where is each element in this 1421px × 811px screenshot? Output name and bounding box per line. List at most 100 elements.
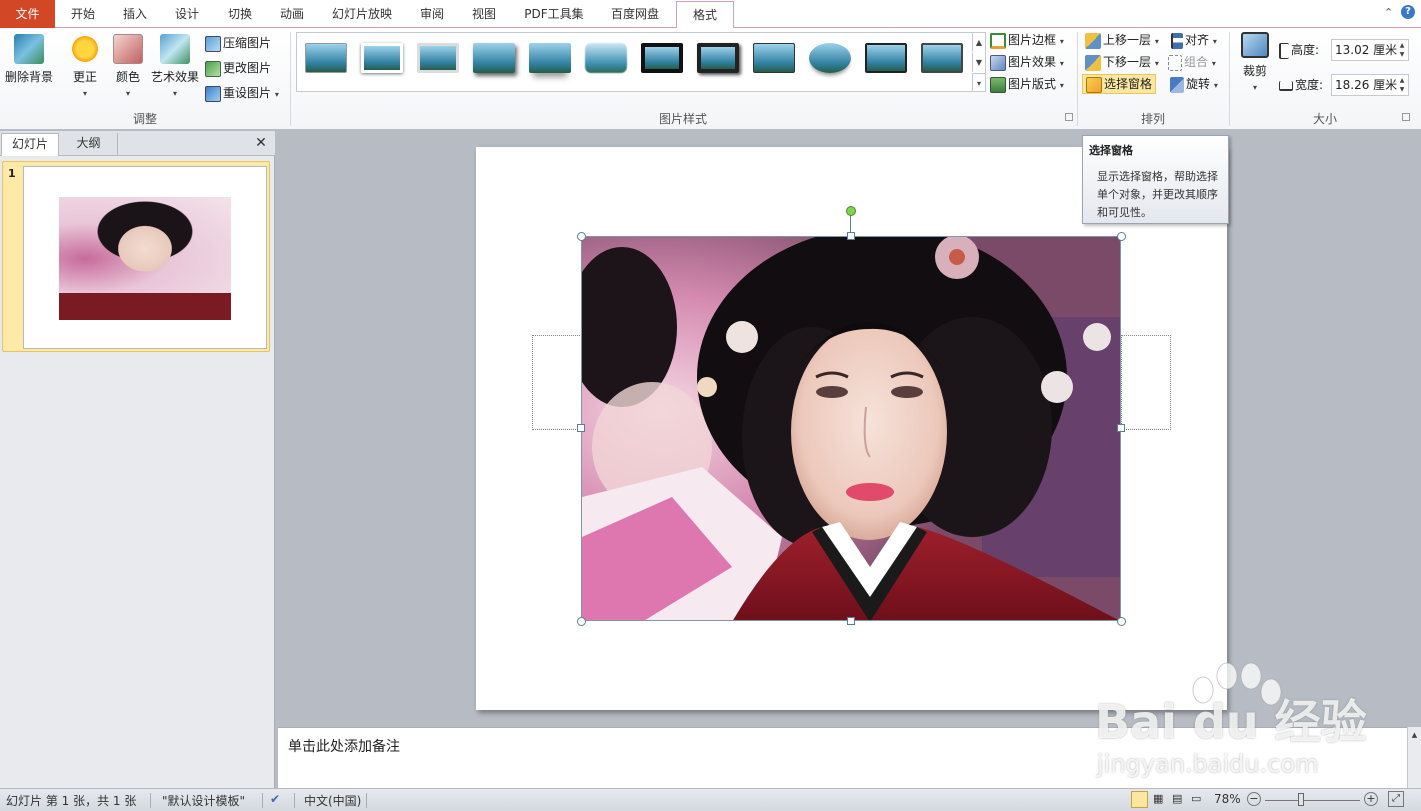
theme-status[interactable]: "默认设计模板" bbox=[162, 792, 245, 809]
gallery-more-icon[interactable]: ▾ bbox=[972, 73, 985, 92]
zoom-out-icon[interactable]: − bbox=[1247, 792, 1261, 806]
chevron-down-icon: ▾ bbox=[1059, 37, 1064, 46]
resize-handle-left[interactable] bbox=[577, 424, 585, 432]
group-label-picture-styles: 图片样式 bbox=[658, 112, 707, 126]
gallery-scroll-down-icon[interactable]: ▼ bbox=[972, 53, 985, 72]
fit-to-window-icon[interactable]: ⤢ bbox=[1388, 791, 1404, 807]
crop-button[interactable]: 裁剪 ▾ bbox=[1236, 32, 1274, 93]
rotate-icon bbox=[1170, 76, 1184, 93]
selected-picture[interactable] bbox=[581, 236, 1121, 621]
picture-style-drop-shadow[interactable] bbox=[473, 43, 515, 73]
width-input[interactable]: 18.26 厘米 ▲ ▼ bbox=[1331, 74, 1409, 96]
picture-style-reflected[interactable] bbox=[529, 43, 571, 73]
group-objects-button[interactable]: 组合 ▾ bbox=[1168, 52, 1216, 72]
zoom-slider-thumb[interactable] bbox=[1298, 793, 1304, 806]
remove-background-button[interactable]: 删除背景 bbox=[4, 34, 54, 85]
picture-style-simple-frame[interactable] bbox=[305, 43, 347, 73]
send-backward-button[interactable]: 下移一层 ▾ bbox=[1085, 52, 1159, 72]
corrections-button[interactable]: 更正 ▾ bbox=[66, 34, 104, 99]
picture-style-gray-frame[interactable] bbox=[417, 43, 459, 73]
change-picture-button[interactable]: 更改图片 bbox=[205, 58, 271, 78]
width-label: 宽度: bbox=[1295, 78, 1324, 92]
resize-handle-top-left[interactable] bbox=[577, 232, 586, 241]
picture-effects-button[interactable]: 图片效果 ▾ bbox=[990, 52, 1064, 72]
tab-insert[interactable]: 插入 bbox=[110, 3, 160, 28]
bring-forward-button[interactable]: 上移一层 ▾ bbox=[1085, 30, 1159, 50]
picture-style-thick-matte-black[interactable] bbox=[697, 43, 739, 73]
slide-thumbnail[interactable] bbox=[23, 166, 267, 349]
picture-style-oval[interactable] bbox=[809, 43, 851, 73]
minimize-ribbon-icon[interactable]: ⌃ bbox=[1384, 6, 1393, 19]
zoom-in-icon[interactable]: + bbox=[1364, 792, 1378, 806]
chevron-down-icon: ▾ bbox=[125, 89, 130, 98]
reading-view-icon[interactable]: ▤ bbox=[1172, 792, 1182, 805]
resize-handle-bottom-left[interactable] bbox=[577, 617, 586, 626]
size-dialog-launcher-icon[interactable] bbox=[1402, 113, 1410, 121]
normal-view-icon[interactable] bbox=[1131, 791, 1148, 808]
tab-transitions[interactable]: 切换 bbox=[214, 3, 266, 28]
tab-design[interactable]: 设计 bbox=[162, 3, 212, 28]
text-placeholder-left[interactable] bbox=[532, 335, 582, 430]
rotate-handle[interactable] bbox=[846, 206, 856, 216]
help-icon[interactable]: ? bbox=[1401, 5, 1415, 19]
align-button[interactable]: 对齐 ▾ bbox=[1171, 30, 1217, 50]
slide-thumbnail-selected[interactable]: 1 bbox=[2, 161, 270, 352]
color-icon bbox=[113, 34, 143, 64]
height-input[interactable]: 13.02 厘米 ▲ ▼ bbox=[1331, 39, 1409, 61]
picture-style-rounded-black[interactable] bbox=[921, 43, 963, 73]
tab-file[interactable]: 文件 bbox=[0, 0, 55, 28]
picture-layout-label: 图片版式 bbox=[1008, 77, 1057, 91]
resize-handle-bottom-right[interactable] bbox=[1117, 617, 1126, 626]
compress-icon bbox=[205, 35, 221, 52]
width-icon bbox=[1279, 80, 1293, 91]
height-spinner-icon[interactable]: ▲ ▼ bbox=[1397, 41, 1407, 59]
width-label-row: 宽度: bbox=[1279, 75, 1323, 95]
rotate-button[interactable]: 旋转 ▾ bbox=[1170, 74, 1218, 94]
tab-slideshow[interactable]: 幻灯片放映 bbox=[322, 3, 402, 28]
resize-handle-bottom[interactable] bbox=[847, 617, 855, 625]
color-button[interactable]: 颜色 ▾ bbox=[110, 34, 146, 99]
picture-style-soft-edge[interactable] bbox=[585, 43, 627, 73]
resize-handle-top[interactable] bbox=[847, 232, 855, 240]
picture-styles-dialog-launcher-icon[interactable] bbox=[1065, 113, 1073, 121]
tab-format[interactable]: 格式 bbox=[676, 1, 734, 29]
spellcheck-icon[interactable]: ✔ bbox=[270, 792, 280, 806]
picture-style-metal-frame[interactable] bbox=[863, 41, 909, 75]
gallery-scroll-up-icon[interactable]: ▲ bbox=[972, 33, 985, 52]
slide-sorter-view-icon[interactable]: ▦ bbox=[1153, 792, 1163, 805]
picture-style-white-frame[interactable] bbox=[361, 43, 403, 73]
tab-outline[interactable]: 大纲 bbox=[60, 133, 118, 156]
tab-baidu-netdisk[interactable]: 百度网盘 bbox=[598, 3, 672, 28]
selection-pane-button[interactable]: 选择窗格 bbox=[1082, 74, 1157, 94]
close-panel-icon[interactable]: ✕ bbox=[250, 133, 272, 156]
text-placeholder-right[interactable] bbox=[1121, 335, 1171, 430]
picture-style-double-frame-black[interactable] bbox=[641, 43, 683, 73]
resize-handle-top-right[interactable] bbox=[1117, 232, 1126, 241]
artistic-effects-icon bbox=[160, 34, 190, 64]
tab-pdf-tools[interactable]: PDF工具集 bbox=[512, 3, 596, 28]
tab-animations[interactable]: 动画 bbox=[266, 3, 318, 28]
rotate-label: 旋转 bbox=[1186, 77, 1211, 91]
zoom-level[interactable]: 78% bbox=[1214, 792, 1241, 806]
tab-view[interactable]: 视图 bbox=[458, 3, 510, 28]
picture-border-button[interactable]: 图片边框 ▾ bbox=[990, 30, 1064, 50]
picture-style-simple-black[interactable] bbox=[753, 43, 795, 73]
compress-label: 压缩图片 bbox=[223, 36, 272, 50]
tab-review[interactable]: 审阅 bbox=[406, 3, 458, 28]
slideshow-view-icon[interactable]: ▭ bbox=[1191, 792, 1201, 805]
scroll-up-icon[interactable]: ▲ bbox=[1408, 731, 1421, 739]
resize-handle-right[interactable] bbox=[1117, 424, 1125, 432]
reset-picture-label: 重设图片 bbox=[223, 86, 272, 100]
zoom-slider-track[interactable] bbox=[1265, 800, 1360, 801]
color-label: 颜色 bbox=[115, 70, 140, 84]
reset-picture-button[interactable]: 重设图片 ▾ bbox=[205, 83, 279, 103]
notes-scrollbar[interactable]: ▲ bbox=[1407, 727, 1421, 788]
artistic-effects-button[interactable]: 艺术效果 ▾ bbox=[150, 34, 200, 99]
picture-layout-button[interactable]: 图片版式 ▾ bbox=[990, 74, 1064, 94]
compress-pictures-button[interactable]: 压缩图片 bbox=[205, 33, 271, 53]
picture-border-icon bbox=[990, 32, 1006, 49]
tab-home[interactable]: 开始 bbox=[58, 3, 108, 28]
tab-slides[interactable]: 幻灯片 bbox=[1, 133, 59, 156]
width-spinner-icon[interactable]: ▲ ▼ bbox=[1397, 76, 1407, 94]
language-status[interactable]: 中文(中国) bbox=[304, 792, 361, 809]
